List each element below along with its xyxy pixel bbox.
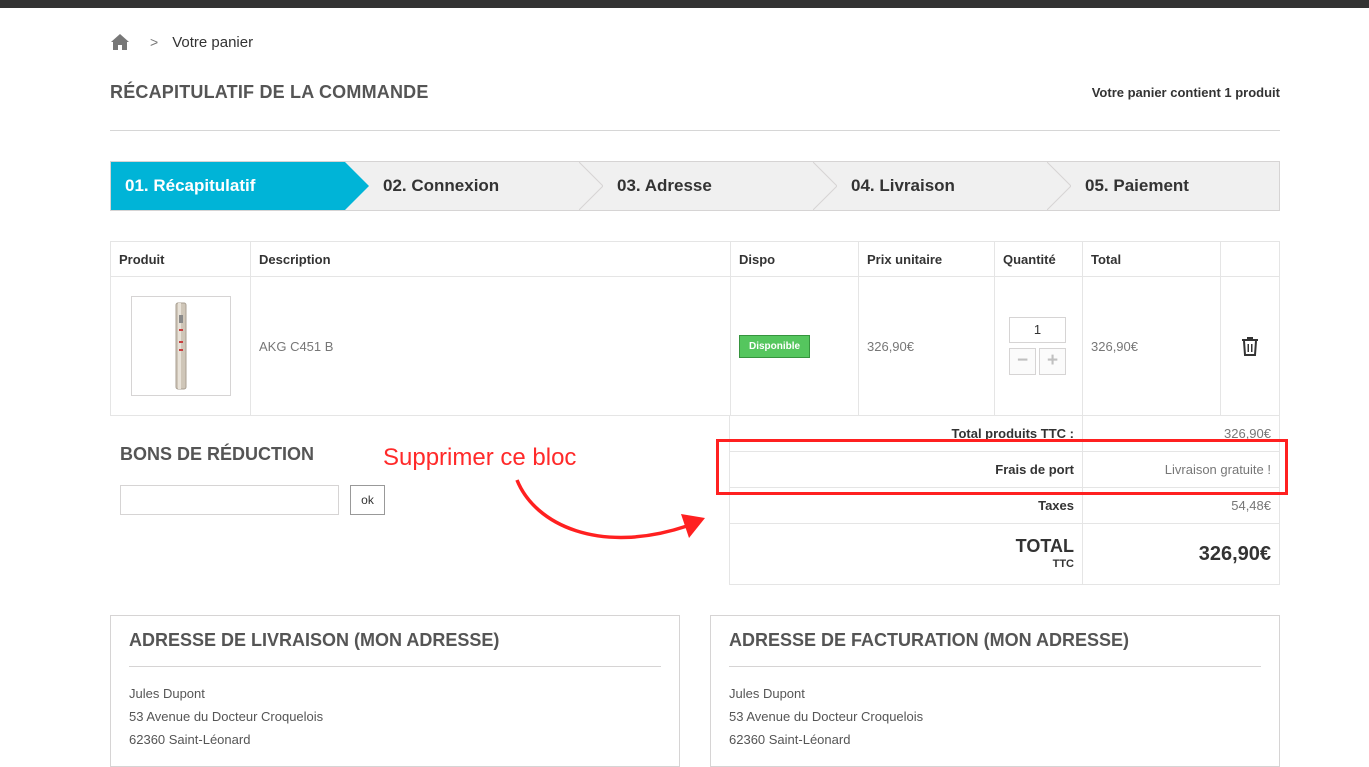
vouchers-title: BONS DE RÉDUCTION xyxy=(120,444,315,464)
step-paiement[interactable]: 05. Paiement xyxy=(1071,162,1279,210)
totals-row: TOTAL TTC 326,90€ xyxy=(729,523,1280,585)
col-availability: Dispo xyxy=(730,241,859,277)
voucher-submit-button[interactable]: ok xyxy=(350,485,385,515)
quantity-stepper: − + xyxy=(1009,348,1074,375)
col-actions xyxy=(1220,241,1280,277)
breadcrumb-separator: > xyxy=(150,34,159,50)
delivery-address-lines: Jules Dupont 53 Avenue du Docteur Croque… xyxy=(129,682,323,751)
line-total: 326,90€ xyxy=(1082,276,1221,416)
availability-cell: Disponible xyxy=(730,276,859,416)
step-label: 04. Livraison xyxy=(851,176,955,195)
availability-badge: Disponible xyxy=(739,334,811,358)
grand-total-label: TOTAL xyxy=(1015,536,1074,556)
annotation-arrow-icon xyxy=(515,479,705,540)
step-recap[interactable]: 01. Récapitulatif xyxy=(111,162,345,210)
step-arrow xyxy=(345,162,369,210)
quantity-cell: 1 − + xyxy=(994,276,1083,416)
col-product: Produit xyxy=(110,241,251,277)
table-header-row: Produit Description Dispo Prix unitaire … xyxy=(110,241,1280,277)
annotation-text: Supprimer ce bloc xyxy=(383,444,577,471)
step-arrow xyxy=(579,162,603,210)
divider xyxy=(729,666,1261,667)
divider xyxy=(129,666,661,667)
address-name: Jules Dupont xyxy=(129,686,205,701)
page-title: RÉCAPITULATIF DE LA COMMANDE xyxy=(110,82,429,102)
address-city: 62360 Saint-Léonard xyxy=(729,732,851,747)
delivery-address-title: ADRESSE DE LIVRAISON (MON ADRESSE) xyxy=(129,630,500,650)
grand-total-label-cell: TOTAL TTC xyxy=(729,523,1083,585)
address-city: 62360 Saint-Léonard xyxy=(129,732,251,747)
col-total: Total xyxy=(1082,241,1221,277)
microphone-image xyxy=(175,302,187,390)
product-image[interactable] xyxy=(131,296,231,396)
delivery-address-box: ADRESSE DE LIVRAISON (MON ADRESSE) Jules… xyxy=(110,615,680,767)
top-bar xyxy=(0,0,1369,8)
product-description[interactable]: AKG C451 B xyxy=(250,276,731,416)
divider xyxy=(110,130,1280,131)
step-livraison[interactable]: 04. Livraison xyxy=(837,162,1047,210)
unit-price: 326,90€ xyxy=(858,276,995,416)
delete-cell xyxy=(1220,276,1280,416)
step-label: 03. Adresse xyxy=(617,176,712,195)
step-label: 01. Récapitulatif xyxy=(125,176,256,195)
quantity-input[interactable]: 1 xyxy=(1009,317,1066,343)
breadcrumb-current: Votre panier xyxy=(172,33,254,51)
address-name: Jules Dupont xyxy=(729,686,805,701)
step-arrow xyxy=(813,162,837,210)
step-arrow xyxy=(1047,162,1071,210)
step-adresse[interactable]: 03. Adresse xyxy=(603,162,813,210)
annotation-box xyxy=(716,439,1288,495)
breadcrumb: > Votre panier xyxy=(110,30,253,54)
checkout-steps: 01. Récapitulatif 02. Connexion 03. Adre… xyxy=(110,161,1280,211)
col-description: Description xyxy=(250,241,731,277)
step-connexion[interactable]: 02. Connexion xyxy=(369,162,579,210)
grand-total-value: 326,90€ xyxy=(1082,523,1280,585)
product-cell xyxy=(110,276,251,416)
voucher-input[interactable] xyxy=(120,485,339,515)
address-street: 53 Avenue du Docteur Croquelois xyxy=(129,709,324,724)
col-unit-price: Prix unitaire xyxy=(858,241,995,277)
address-street: 53 Avenue du Docteur Croquelois xyxy=(729,709,924,724)
billing-address-title: ADRESSE DE FACTURATION (MON ADRESSE) xyxy=(729,630,1130,650)
quantity-decrease-button[interactable]: − xyxy=(1009,348,1036,375)
cart-count: Votre panier contient 1 produit xyxy=(1091,85,1280,100)
home-icon[interactable] xyxy=(110,33,130,51)
quantity-increase-button[interactable]: + xyxy=(1039,348,1066,375)
col-quantity: Quantité xyxy=(994,241,1083,277)
cart-table: Produit Description Dispo Prix unitaire … xyxy=(110,241,1280,416)
trash-icon[interactable] xyxy=(1241,336,1259,356)
table-row: AKG C451 B Disponible 326,90€ 1 − + 326,… xyxy=(110,276,1280,416)
grand-total-sub: TTC xyxy=(1052,558,1074,570)
billing-address-lines: Jules Dupont 53 Avenue du Docteur Croque… xyxy=(729,682,923,751)
step-label: 05. Paiement xyxy=(1085,176,1189,195)
billing-address-box: ADRESSE DE FACTURATION (MON ADRESSE) Jul… xyxy=(710,615,1280,767)
step-label: 02. Connexion xyxy=(383,176,500,195)
